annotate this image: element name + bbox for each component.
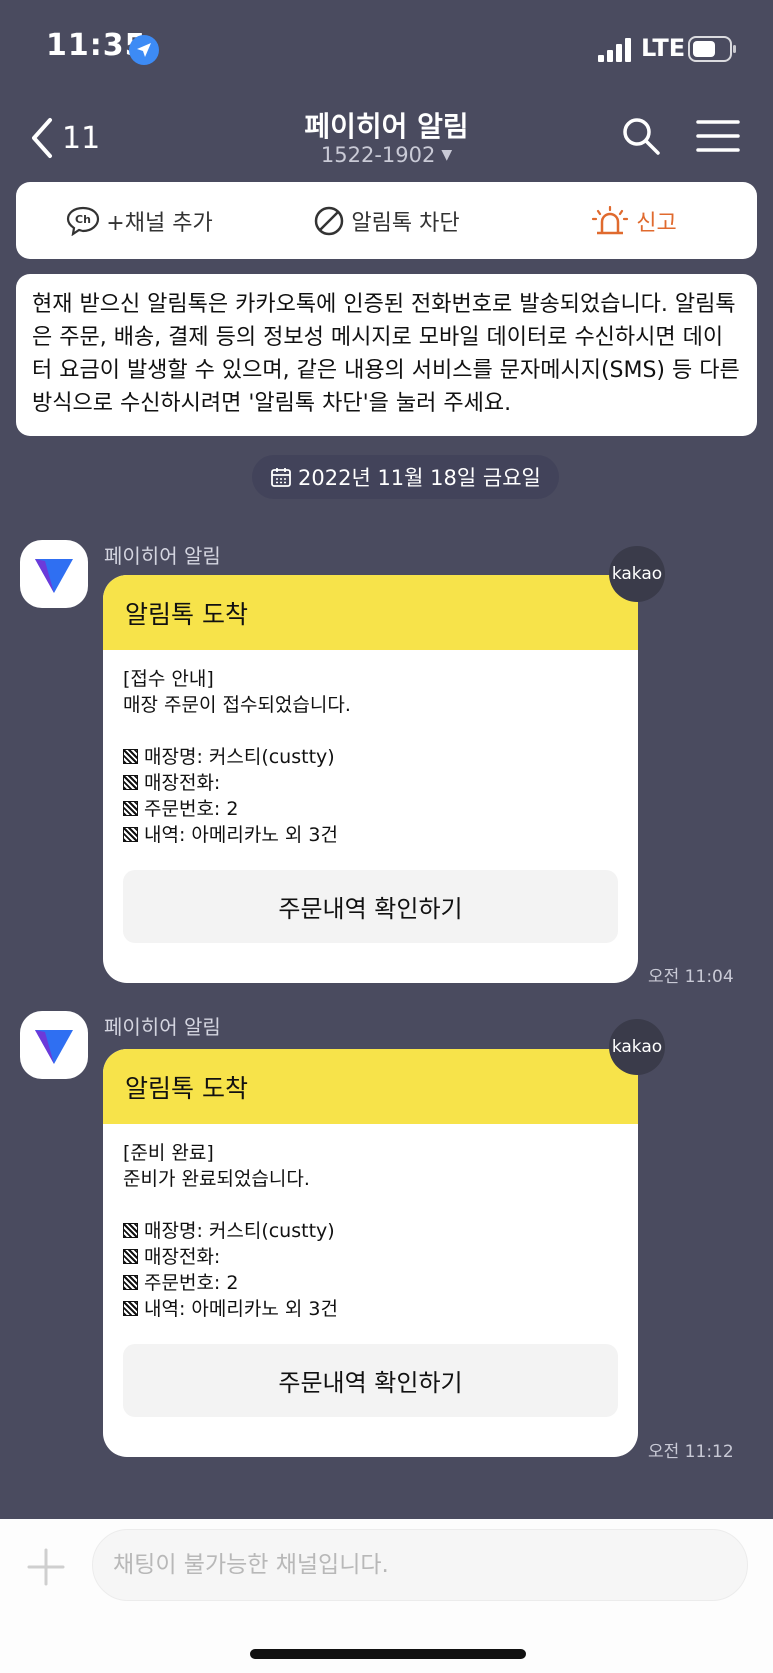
siren-icon [592, 205, 629, 234]
kakao-badge: kakao [609, 1019, 665, 1075]
sender-name: 페이히어 알림 [104, 1015, 221, 1039]
message-item: 주문번호: 2 [123, 1270, 618, 1296]
channel-action-bar: Ch +채널 추가 알림톡 차단 신고 [16, 182, 757, 259]
location-arrow-icon [129, 35, 159, 65]
channel-ch-icon: Ch [67, 206, 100, 236]
message-bubble: 알림톡 도착 [준비 완료] 준비가 완료되었습니다. 매장명: 커스티(cus… [103, 1049, 638, 1457]
bullet-icon [123, 1249, 138, 1264]
kakao-badge: kakao [609, 546, 665, 602]
calendar-icon [271, 468, 291, 487]
bullet-icon [123, 801, 138, 816]
signal-icon [598, 38, 631, 62]
add-channel-label: +채널 추가 [106, 210, 213, 236]
message-item: 매장전화: [123, 1244, 618, 1270]
report-button[interactable]: 신고 [510, 205, 757, 237]
message-item: 매장명: 커스티(custty) [123, 1218, 618, 1244]
channel-notice: 현재 받으신 알림톡은 카카오톡에 인증된 전화번호로 발송되었습니다. 알림톡… [16, 274, 757, 436]
message-time: 오전 11:12 [648, 1442, 734, 1462]
block-icon [315, 206, 344, 235]
chat-header: 11 페이히어 알림 1522-1902 ▼ [0, 95, 773, 175]
message-heading: [준비 완료] [123, 1142, 214, 1164]
plus-icon[interactable] [26, 1547, 66, 1587]
caret-down-icon: ▼ [441, 147, 453, 163]
channel-phone-text: 1522-1902 [320, 143, 436, 167]
avatar[interactable] [20, 540, 88, 608]
bullet-icon [123, 827, 138, 842]
svg-text:Ch: Ch [75, 213, 91, 226]
network-label: LTE [641, 34, 686, 62]
message-item: 매장명: 커스티(custty) [123, 744, 618, 770]
payhere-logo-icon [35, 1030, 73, 1064]
status-bar: 11:35 LTE [0, 0, 773, 90]
menu-icon[interactable] [696, 117, 740, 155]
message-title: 알림톡 도착 [103, 1049, 638, 1124]
chat-input[interactable] [92, 1529, 748, 1601]
message-body: [접수 안내] 매장 주문이 접수되었습니다. 매장명: 커스티(custty)… [103, 650, 638, 848]
date-divider-text: 2022년 11월 18일 금요일 [298, 466, 541, 490]
bullet-icon [123, 775, 138, 790]
date-divider: 2022년 11월 18일 금요일 [252, 455, 559, 499]
message-line: 매장 주문이 접수되었습니다. [123, 694, 351, 716]
battery-icon [688, 36, 736, 62]
message-time: 오전 11:04 [648, 967, 734, 987]
message-item: 내역: 아메리카노 외 3건 [123, 822, 618, 848]
avatar[interactable] [20, 1011, 88, 1079]
bullet-icon [123, 1275, 138, 1290]
payhere-logo-icon [35, 559, 73, 593]
bullet-icon [123, 1223, 138, 1238]
search-icon[interactable] [620, 115, 662, 157]
bullet-icon [123, 1301, 138, 1316]
message-bubble: 알림톡 도착 [접수 안내] 매장 주문이 접수되었습니다. 매장명: 커스티(… [103, 575, 638, 983]
home-indicator[interactable] [250, 1649, 526, 1659]
message-line: 준비가 완료되었습니다. [123, 1168, 310, 1190]
message-item: 주문번호: 2 [123, 796, 618, 822]
message-title: 알림톡 도착 [103, 575, 638, 650]
block-notification-button[interactable]: 알림톡 차단 [263, 205, 510, 237]
view-order-button[interactable]: 주문내역 확인하기 [123, 1344, 618, 1417]
message-item: 내역: 아메리카노 외 3건 [123, 1296, 618, 1322]
message-body: [준비 완료] 준비가 완료되었습니다. 매장명: 커스티(custty) 매장… [103, 1124, 638, 1322]
message-item: 매장전화: [123, 770, 618, 796]
input-bar [0, 1519, 773, 1673]
block-label: 알림톡 차단 [351, 210, 460, 236]
add-channel-button[interactable]: Ch +채널 추가 [16, 205, 263, 237]
report-label: 신고 [636, 210, 677, 236]
bullet-icon [123, 749, 138, 764]
sender-name: 페이히어 알림 [104, 544, 221, 568]
view-order-button[interactable]: 주문내역 확인하기 [123, 870, 618, 943]
message-heading: [접수 안내] [123, 668, 214, 690]
